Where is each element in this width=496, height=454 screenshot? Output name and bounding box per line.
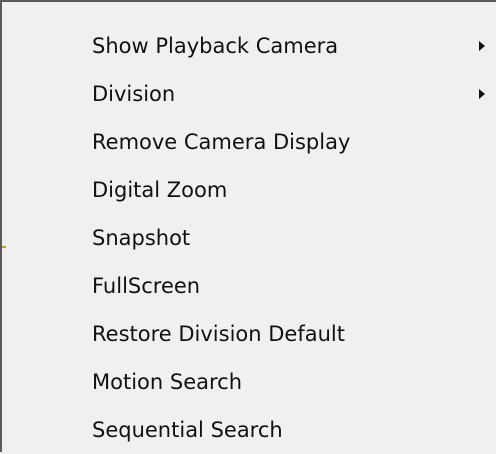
menu-item-label: Division [92,82,176,106]
menu-item-show-playback-camera[interactable]: Show Playback Camera [4,22,496,70]
menu-item-sequential-search[interactable]: Sequential Search [4,406,496,454]
chevron-right-icon [479,89,485,99]
menu-item-division[interactable]: Division [4,70,496,118]
menu-item-restore-division-default[interactable]: Restore Division Default [4,310,496,358]
menu-item-label: Digital Zoom [92,178,228,202]
menu-item-label: Show Playback Camera [92,34,339,58]
menu-item-snapshot[interactable]: Snapshot [4,214,496,262]
menu-item-label: FullScreen [92,274,201,298]
menu-item-label: Remove Camera Display [92,130,351,154]
chevron-right-icon [479,41,485,51]
menu-item-digital-zoom[interactable]: Digital Zoom [4,166,496,214]
menu-item-remove-camera-display[interactable]: Remove Camera Display [4,118,496,166]
menu-item-label: Motion Search [92,370,243,394]
menu-item-label: Sequential Search [92,418,283,442]
context-menu: Show Playback Camera Division Remove Cam… [0,0,496,452]
menu-item-fullscreen[interactable]: FullScreen [4,262,496,310]
menu-item-motion-search[interactable]: Motion Search [4,358,496,406]
menu-item-label: Restore Division Default [92,322,345,346]
menu-item-label: Snapshot [92,226,191,250]
